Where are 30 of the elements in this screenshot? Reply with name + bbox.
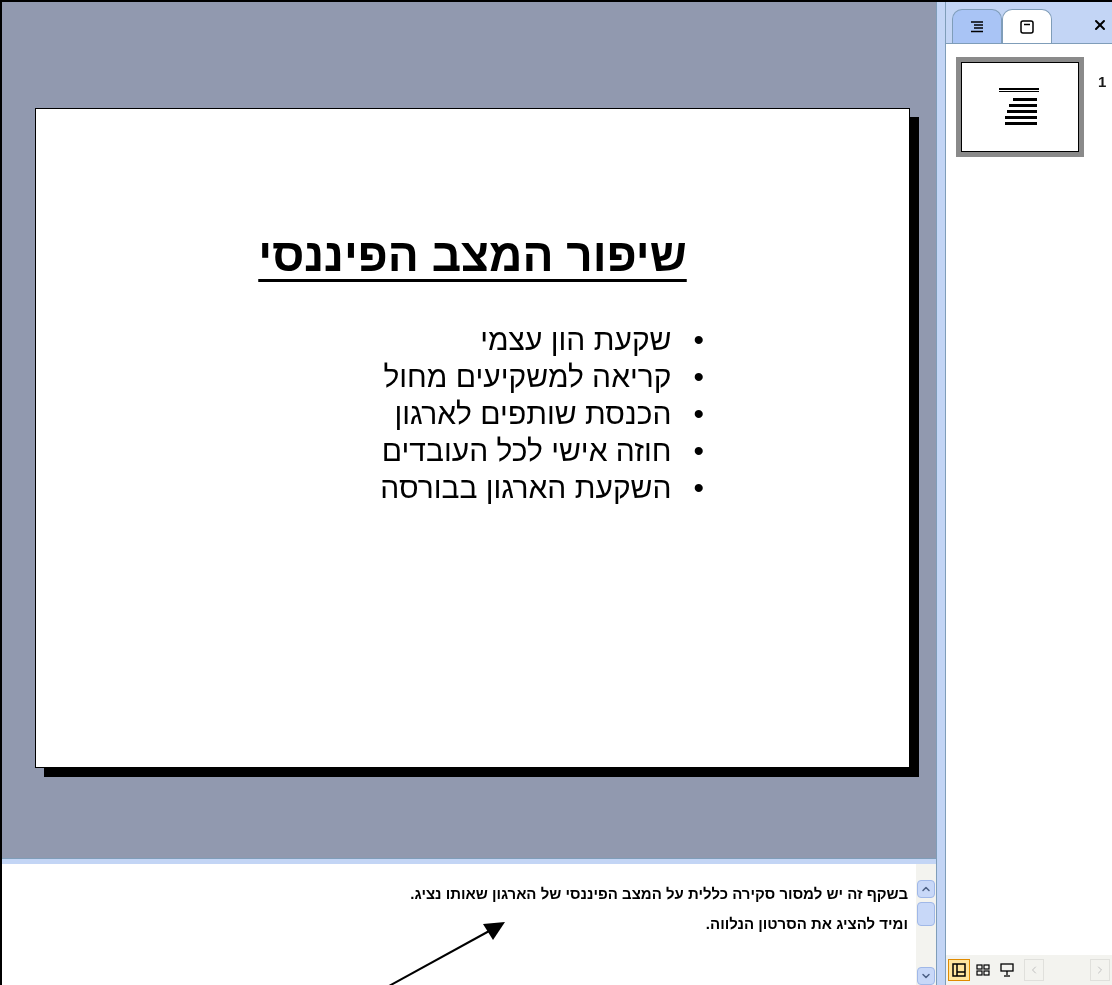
slides-tab[interactable] [1002, 9, 1052, 43]
scroll-down-button[interactable] [917, 967, 935, 985]
bullet-text: השקעת הארגון בבורסה [380, 469, 672, 506]
slide-number: 1 [1098, 72, 1107, 92]
thumbnail-text-drawing [999, 88, 1041, 126]
outline-icon [970, 20, 984, 33]
normal-view-button[interactable] [948, 959, 970, 981]
close-icon[interactable] [1092, 17, 1108, 33]
scroll-thumb[interactable] [917, 902, 935, 926]
slide-title: שיפור המצב הפיננסי [258, 228, 687, 283]
scroll-up-button[interactable] [917, 880, 935, 898]
notes-pane[interactable]: בשקף זה יש למסור סקירה כללית על המצב הפיננסי של הארגון שאותו נציג. ומיד להציג את הסרטון הנלווה. [2, 864, 916, 985]
scrollbar[interactable] [916, 864, 936, 985]
slide-icon [1020, 19, 1034, 34]
bullet: • [693, 469, 704, 506]
bullet-text: חוזה אישי לכל העובדים [381, 432, 672, 469]
bullet: • [693, 321, 704, 358]
bullet-text: הכנסת שותפים לארגון [394, 395, 672, 432]
outline-tab[interactable] [952, 9, 1002, 43]
bullet: • [693, 395, 704, 432]
normal-view-icon [952, 963, 966, 977]
bullet: • [693, 432, 704, 469]
projector-screen-icon [1000, 963, 1014, 977]
bullet-text: קריאה למשקיעים מחול [383, 358, 672, 395]
slide-thumbnail[interactable] [956, 57, 1084, 157]
bullet-text: שקעת הון עצמי [480, 321, 672, 358]
notes-text: בשקף זה יש למסור סקירה כללית על המצב הפיננסי של הארגון שאותו נציג. [410, 884, 908, 904]
bullet: • [693, 358, 704, 395]
grid-icon [976, 963, 990, 977]
notes-text: ומיד להציג את הסרטון הנלווה. [705, 913, 908, 934]
